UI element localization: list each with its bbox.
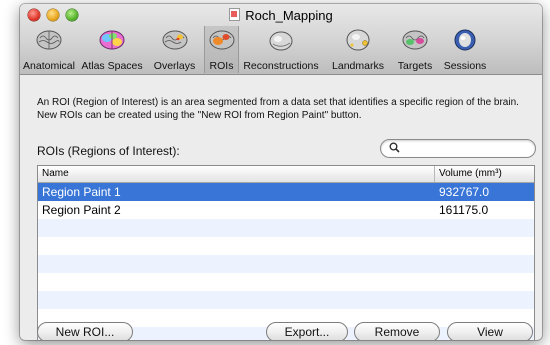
toolbar-item-overlays[interactable]: Overlays xyxy=(146,26,203,73)
roi-search-field[interactable] xyxy=(380,139,536,158)
roi-panel: An ROI (Region of Interest) is an area s… xyxy=(20,75,542,340)
roi-volume-cell: 161175.0 xyxy=(439,203,489,217)
atlas-spaces-brain-icon xyxy=(99,30,125,50)
roi-description: An ROI (Region of Interest) is an area s… xyxy=(37,97,519,121)
toolbar-label: ROIs xyxy=(209,60,234,72)
toolbar-item-targets[interactable]: Targets xyxy=(392,26,438,73)
roi-table[interactable]: Name Volume (mm³) Region Paint 1 932767.… xyxy=(37,165,535,340)
landmarks-head-icon xyxy=(346,29,370,51)
toolbar-label: Atlas Spaces xyxy=(81,60,143,72)
table-header: Name Volume (mm³) xyxy=(38,166,534,183)
column-header-name[interactable]: Name xyxy=(42,168,69,179)
remove-button[interactable]: Remove xyxy=(354,322,440,340)
empty-table-row xyxy=(38,255,534,273)
toolbar-item-landmarks[interactable]: Landmarks xyxy=(325,26,391,73)
roi-section-label: ROIs (Regions of Interest): xyxy=(37,144,180,158)
toolbar-item-reconstructions[interactable]: Reconstructions xyxy=(238,26,324,73)
view-button[interactable]: View xyxy=(447,322,533,340)
roi-name-cell: Region Paint 1 xyxy=(42,185,121,199)
reconstruction-head-icon xyxy=(269,31,293,51)
toolbar-label: Reconstructions xyxy=(243,60,319,72)
toolbar-item-sessions[interactable]: Sessions xyxy=(439,26,491,73)
window-title: Roch_Mapping xyxy=(245,8,333,23)
anatomical-brain-icon xyxy=(36,30,62,50)
toolbar-item-atlas-spaces[interactable]: Atlas Spaces xyxy=(79,26,145,73)
rois-brain-icon xyxy=(209,30,234,50)
empty-table-row xyxy=(38,273,534,291)
toolbar-item-rois[interactable]: ROIs xyxy=(204,26,239,73)
column-header-volume[interactable]: Volume (mm³) xyxy=(439,168,502,179)
new-roi-button[interactable]: New ROI... xyxy=(37,322,133,340)
sessions-head-icon xyxy=(454,29,476,51)
empty-table-row xyxy=(38,219,534,237)
toolbar-label: Sessions xyxy=(443,60,487,72)
window-title-bar: Roch_Mapping xyxy=(20,8,542,23)
empty-table-row xyxy=(38,237,534,255)
targets-brain-icon xyxy=(402,30,428,50)
document-icon xyxy=(229,8,241,21)
toolbar-item-anatomical[interactable]: Anatomical xyxy=(20,26,78,73)
toolbar-label: Overlays xyxy=(153,60,196,72)
roi-name-cell: Region Paint 2 xyxy=(42,203,121,217)
toolbar-label: Targets xyxy=(397,60,433,72)
roi-volume-cell: 932767.0 xyxy=(439,185,490,199)
toolbar-label: Anatomical xyxy=(23,60,75,72)
search-icon xyxy=(389,142,400,153)
toolbar-label: Landmarks xyxy=(332,60,384,72)
overlays-brain-icon xyxy=(162,30,187,50)
app-window: Roch_Mapping Anatomical Atlas Spaces Ove… xyxy=(20,4,542,340)
empty-table-row xyxy=(38,291,534,309)
toolbar: Roch_Mapping Anatomical Atlas Spaces Ove… xyxy=(20,4,542,75)
table-row[interactable]: Region Paint 1 932767.0 xyxy=(38,183,534,201)
export-button[interactable]: Export... xyxy=(266,322,348,340)
column-divider xyxy=(434,166,435,182)
table-row[interactable]: Region Paint 2 161175.0 xyxy=(38,201,534,219)
